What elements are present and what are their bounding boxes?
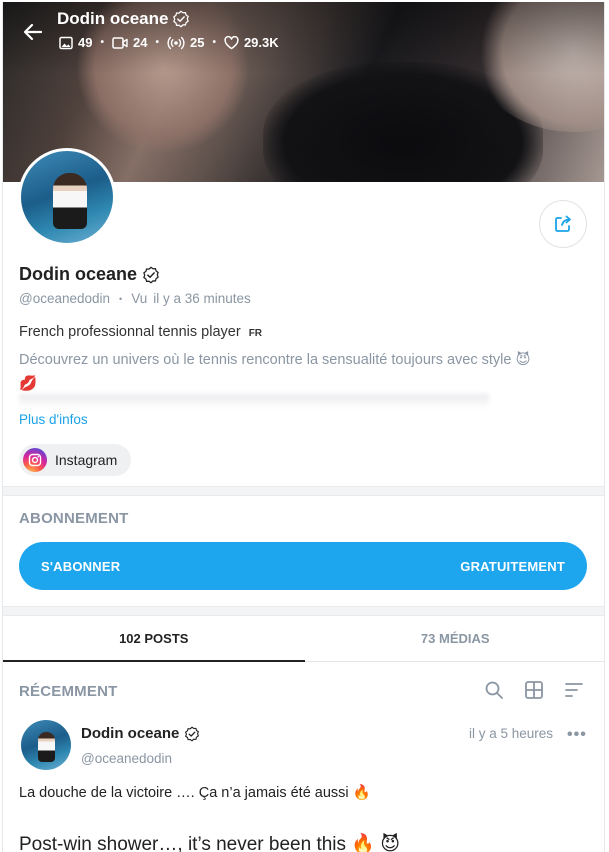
verified-icon — [185, 725, 200, 742]
feed-tools — [483, 679, 585, 701]
profile-avatar[interactable] — [18, 148, 116, 246]
bio-headline: French professionnal tennis player FR — [19, 324, 263, 340]
feed-title: RÉCEMMENT — [19, 683, 118, 700]
likes-stat: 29.3K — [224, 35, 279, 50]
post-author[interactable]: Dodin oceane — [81, 725, 200, 742]
subscribe-button[interactable]: S'ABONNER GRATUITEMENT — [19, 542, 587, 590]
share-button[interactable] — [539, 200, 587, 248]
profile-handle: @oceanedodin — [19, 291, 111, 306]
more-info-link[interactable]: Plus d'infos — [19, 412, 88, 427]
photos-stat: 49 — [59, 35, 92, 50]
instagram-icon — [23, 448, 47, 472]
post-handle: @oceanedodin — [81, 751, 173, 766]
instagram-link[interactable]: Instagram — [19, 444, 132, 476]
verified-icon — [173, 10, 190, 28]
verified-icon — [143, 266, 159, 283]
grid-icon[interactable] — [523, 679, 545, 701]
post-timestamp: il y a 5 heures — [469, 726, 554, 741]
back-button[interactable] — [19, 18, 47, 46]
header-stats: 49 • 24 • 25 • 29.3K — [59, 35, 279, 50]
videos-stat: 24 — [112, 35, 147, 50]
arrow-left-icon — [23, 23, 43, 41]
heart-icon — [224, 35, 239, 49]
sort-icon[interactable] — [563, 679, 585, 701]
content-tabs: 102 POSTS 73 MÉDIAS — [3, 616, 605, 662]
post-text-translation: Post-win shower…, it’s never been this 🔥… — [19, 834, 401, 852]
bio-text: Découvrez un univers où le tennis rencon… — [19, 352, 531, 392]
tab-medias[interactable]: 73 MÉDIAS — [305, 616, 605, 661]
image-icon — [59, 36, 73, 49]
profile-meta: @oceanedodin • Vu il y a 36 minutes — [19, 291, 251, 306]
search-icon[interactable] — [483, 679, 505, 701]
tab-posts[interactable]: 102 POSTS — [3, 616, 305, 662]
header-title: Dodin oceane — [57, 9, 190, 29]
country-flag: FR — [248, 328, 263, 339]
header-name: Dodin oceane — [57, 9, 169, 28]
streams-stat: 25 — [167, 35, 204, 50]
section-divider — [3, 486, 604, 496]
profile-name: Dodin oceane — [19, 264, 160, 285]
broadcast-icon — [167, 36, 185, 49]
bio-fade — [19, 394, 489, 408]
last-seen-time: il y a 36 minutes — [153, 291, 251, 306]
section-divider — [3, 606, 604, 616]
video-icon — [112, 36, 128, 49]
profile-page: Dodin oceane 49 • 24 • 25 • 29.3K Dodin … — [2, 2, 605, 852]
share-icon — [555, 215, 571, 232]
post-more-icon[interactable]: ••• — [567, 726, 587, 744]
subscription-title: ABONNEMENT — [19, 510, 129, 527]
post-avatar[interactable] — [21, 720, 71, 770]
last-seen-label: Vu — [131, 291, 148, 306]
post-text: La douche de la victoire …. Ça n’a jamai… — [19, 785, 371, 801]
